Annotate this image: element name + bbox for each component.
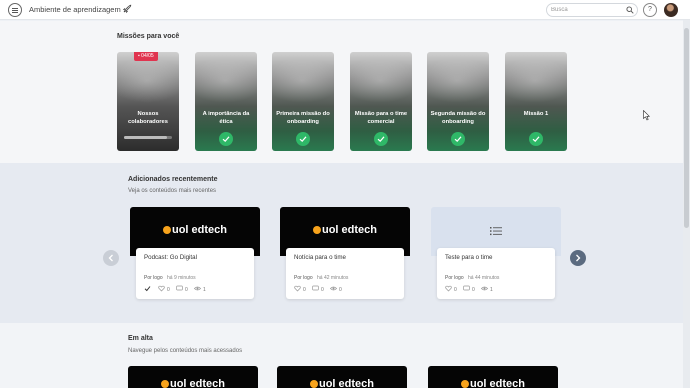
search-icon[interactable] — [626, 6, 634, 14]
search-box — [546, 3, 638, 17]
content-thumbnail: uol edtech — [128, 366, 258, 388]
avatar[interactable] — [664, 3, 678, 17]
card-time: há 9 minutos — [167, 275, 196, 281]
carousel-next-button[interactable] — [570, 250, 586, 266]
completed-check-icon — [374, 132, 388, 146]
uol-edtech-logo: uol edtech — [428, 378, 558, 388]
app-title: Ambiente de aprendizagem — [29, 5, 121, 14]
rocket-icon — [122, 4, 132, 14]
recent-title: Adicionados recentemente — [128, 176, 218, 183]
card-title: Notícia para o time — [294, 254, 346, 261]
card-info: Notícia para o time Por logo há 42 minut… — [286, 248, 404, 299]
card-author: Por logo — [445, 275, 464, 281]
heart-icon — [445, 285, 452, 292]
mission-progress-fill — [124, 136, 168, 139]
uol-edtech-logo: uol edtech — [280, 224, 410, 236]
heart-icon — [294, 285, 301, 292]
mission-title: Nossos colaboradores — [128, 111, 168, 125]
content-thumbnail: uol edtech — [428, 366, 558, 388]
card-title: Podcast: Go Digital — [144, 254, 197, 261]
mission-progress-bar — [124, 136, 172, 139]
done-check-icon — [144, 285, 153, 293]
carousel-prev-button[interactable] — [103, 250, 119, 266]
search-input[interactable] — [551, 5, 621, 15]
views-count: 1 — [480, 285, 493, 293]
chevron-right-icon — [576, 254, 581, 262]
views-count: 0 — [329, 285, 342, 293]
mission-card[interactable]: Missão para o time comercial — [350, 52, 412, 151]
eye-icon — [193, 286, 202, 291]
mission-card[interactable]: A importância da ética — [195, 52, 257, 151]
heart-icon — [158, 285, 165, 292]
likes-count[interactable]: 0 — [294, 285, 306, 293]
comments-count[interactable]: 0 — [176, 285, 188, 293]
mission-card[interactable]: Primeira missão do onboarding — [272, 52, 334, 151]
completed-check-icon — [296, 132, 310, 146]
mission-card[interactable]: Missão 1 — [505, 52, 567, 151]
likes-count[interactable]: 0 — [158, 285, 170, 293]
card-info: Podcast: Go Digital Por logo há 9 minuto… — [136, 248, 254, 299]
card-author: Por logo — [144, 275, 163, 281]
menu-icon[interactable] — [8, 3, 22, 17]
mouse-cursor-icon — [643, 110, 650, 121]
completed-check-icon — [451, 132, 465, 146]
likes-count[interactable]: 0 — [445, 285, 457, 293]
mission-title: A importância da ética — [202, 111, 250, 125]
help-button[interactable]: ? — [643, 3, 657, 17]
comments-count[interactable]: 0 — [312, 285, 324, 293]
page-scrollbar[interactable] — [683, 20, 690, 388]
views-count: 1 — [193, 285, 206, 293]
mission-card[interactable]: Segunda missão do onboarding — [427, 52, 489, 151]
recent-subtitle: Veja os conteúdos mais recentes — [128, 188, 217, 194]
date-badge: ▪ 04/05 — [134, 52, 158, 61]
content-thumbnail: uol edtech — [277, 366, 407, 388]
trending-title: Em alta — [128, 335, 153, 342]
comments-count[interactable]: 0 — [463, 285, 475, 293]
comment-icon — [463, 285, 470, 291]
completed-check-icon — [529, 132, 543, 146]
missions-title: Missões para você — [117, 33, 180, 40]
scrollbar-thumb[interactable] — [684, 28, 689, 228]
completed-check-icon — [219, 132, 233, 146]
chevron-left-icon — [108, 254, 113, 262]
mission-title: Missão para o time comercial — [354, 111, 408, 125]
card-info: Teste para o time Por logo há 44 minutos… — [437, 248, 555, 299]
mission-title: Missão 1 — [523, 111, 549, 117]
mission-title: Segunda missão do onboarding — [430, 111, 486, 125]
card-time: há 44 minutos — [468, 275, 500, 281]
card-title: Teste para o time — [445, 254, 493, 261]
uol-edtech-logo: uol edtech — [128, 378, 258, 388]
mission-card[interactable]: ▪ 04/05 Nossos colaboradores — [117, 52, 179, 151]
card-author: Por logo — [294, 275, 313, 281]
eye-icon — [329, 286, 338, 291]
missions-section — [0, 21, 683, 163]
comment-icon — [312, 285, 319, 291]
mission-title: Primeira missão do onboarding — [276, 111, 330, 125]
comment-icon — [176, 285, 183, 291]
uol-edtech-logo: uol edtech — [130, 224, 260, 236]
trending-subtitle: Navegue pelos conteúdos mais acessados — [128, 348, 243, 354]
list-icon — [490, 227, 502, 236]
top-bar: Ambiente de aprendizagem ? — [0, 0, 690, 20]
uol-edtech-logo: uol edtech — [277, 378, 407, 388]
eye-icon — [480, 286, 489, 291]
card-time: há 42 minutos — [317, 275, 349, 281]
